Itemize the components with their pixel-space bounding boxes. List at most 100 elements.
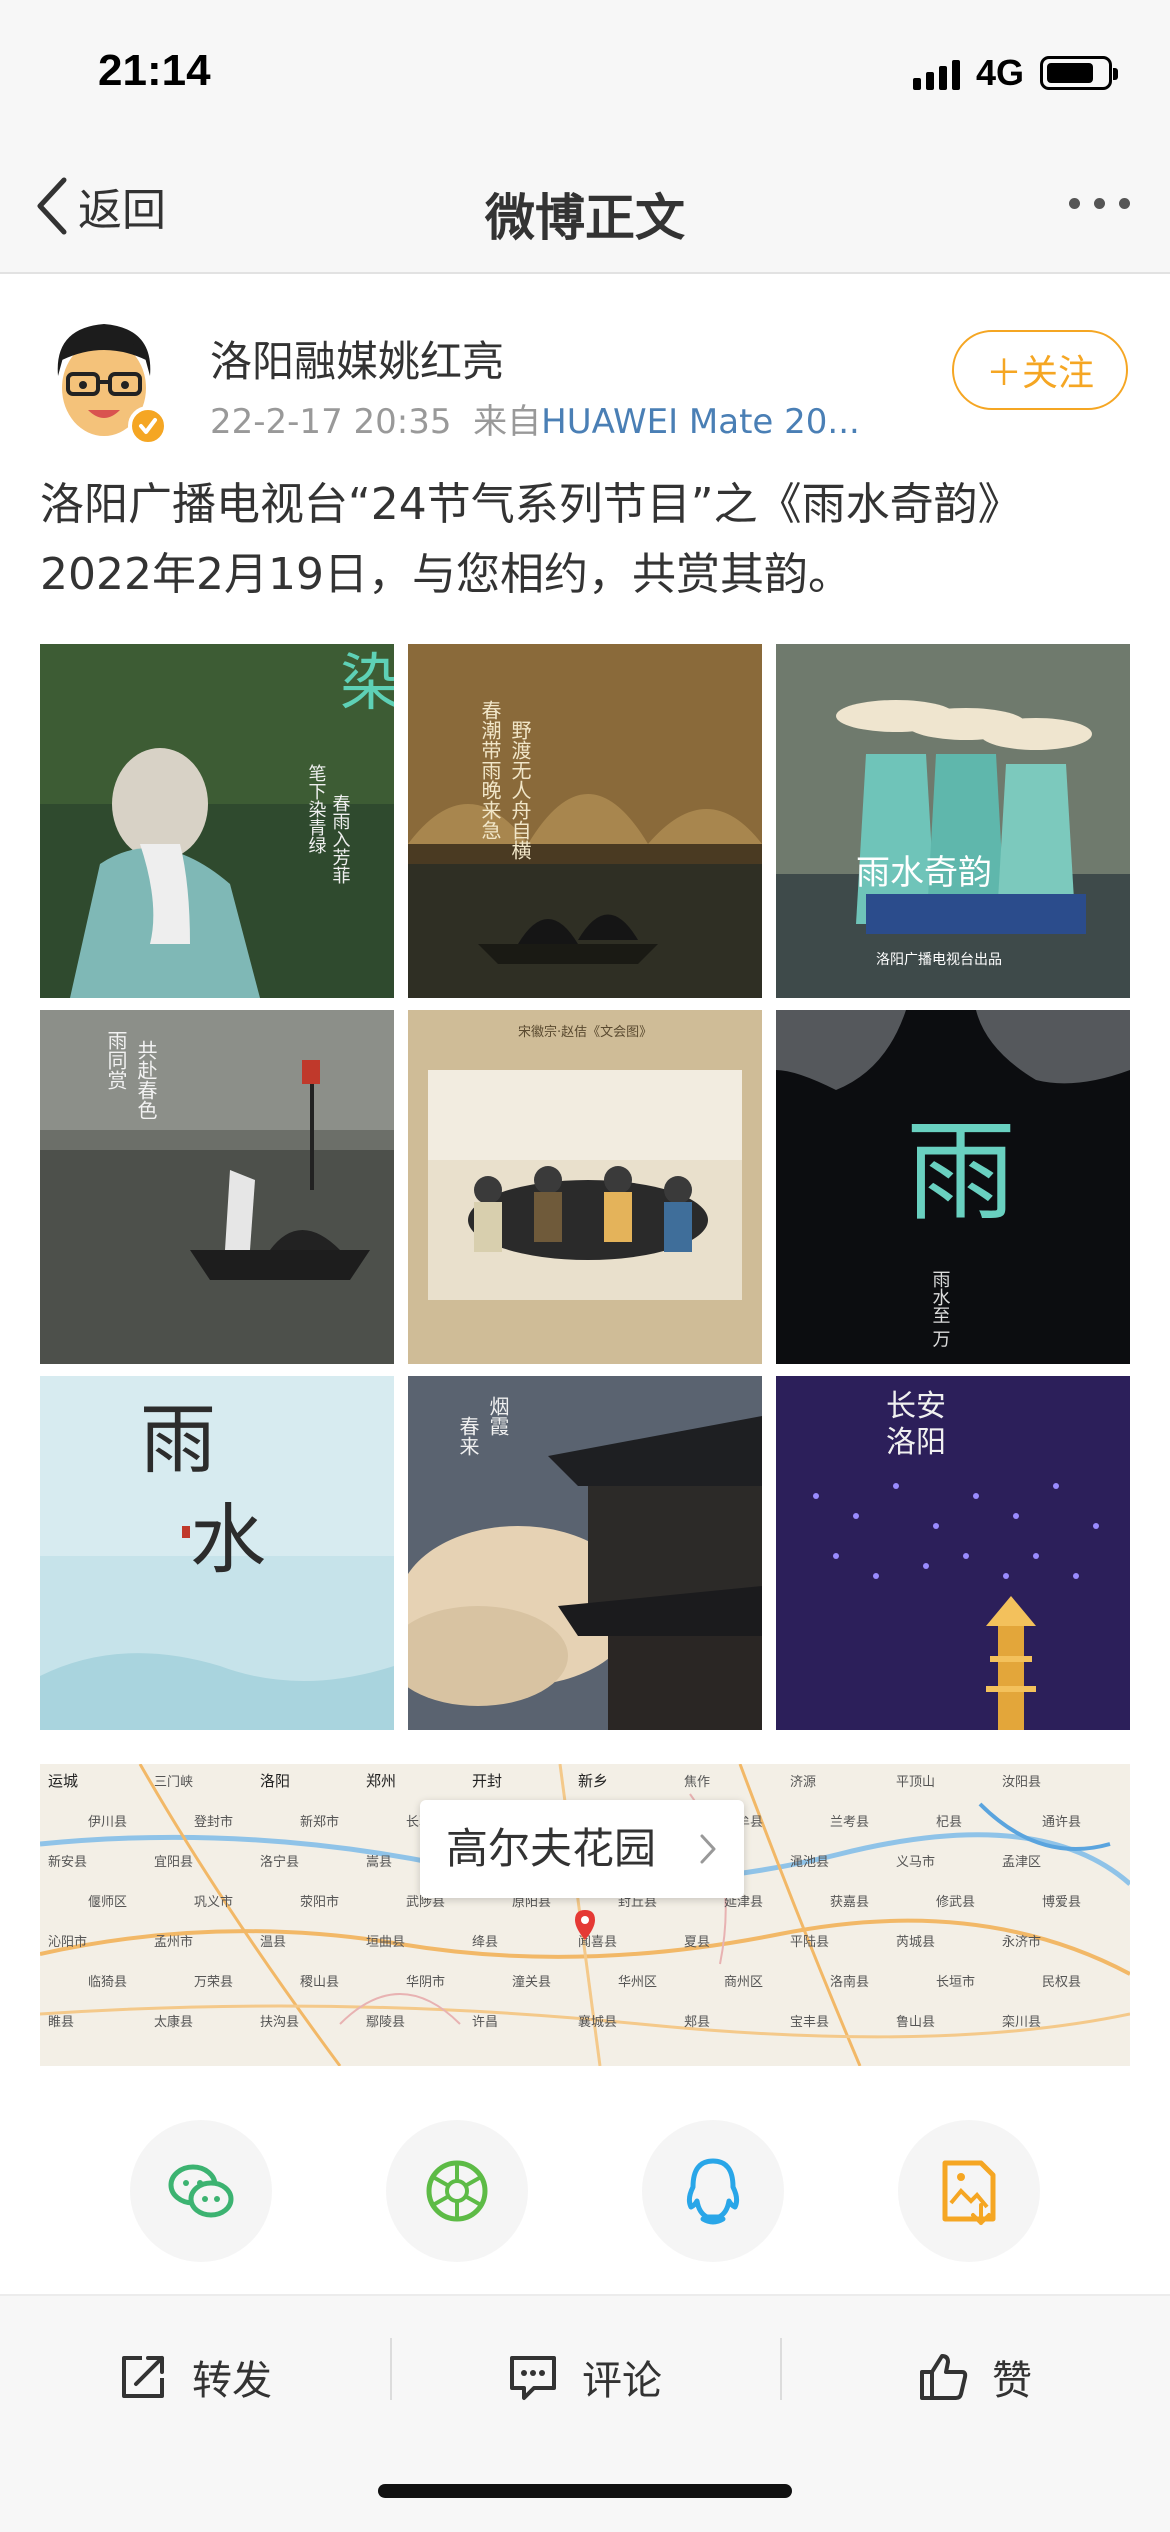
save-image-icon — [942, 2160, 996, 2225]
map-city-label: 平陆县 — [790, 1934, 829, 1950]
image-rain-character[interactable]: 雨 雨水至 万 — [776, 1010, 1130, 1364]
image-grid: 染 春雨入芳菲 笔下染青绿 春潮带雨晚来急 野渡无人舟自横 雨水奇韵 洛阳广播电… — [40, 644, 1130, 1730]
map-city-label: 杞县 — [936, 1815, 962, 1830]
map-city-label: 鲁山县 — [896, 2015, 935, 2030]
svg-text:野渡无人舟自横: 野渡无人舟自横 — [508, 720, 532, 860]
share-moments-button[interactable] — [386, 2120, 528, 2262]
share-out-icon — [122, 2356, 164, 2398]
wechat-icon — [168, 2164, 234, 2218]
image-dancers-umbrellas[interactable]: 雨水奇韵 洛阳广播电视台出品 — [776, 644, 1130, 998]
svg-text:宋徽宗·赵佶《文会图》: 宋徽宗·赵佶《文会图》 — [518, 1024, 652, 1040]
map-city-label: 万荣县 — [194, 1975, 233, 1990]
map-city-label: 郑州 — [366, 1772, 396, 1790]
map-place-label[interactable]: 高尔夫花园 — [420, 1800, 745, 1898]
page-title: 微博正文 — [485, 189, 685, 247]
image-elder-painting[interactable]: 染 春雨入芳菲 笔下染青绿 — [40, 644, 394, 998]
svg-text:烟霞: 烟霞 — [486, 1396, 510, 1436]
follow-button[interactable]: ＋关注 — [952, 330, 1128, 410]
thumbs-up-icon — [920, 2354, 968, 2400]
map-city-label: 焦作 — [684, 1775, 710, 1790]
map-city-label: 鄢陵县 — [366, 2015, 405, 2030]
image-boats-reeds[interactable]: 春潮带雨晚来急 野渡无人舟自横 — [408, 644, 762, 998]
verified-badge-icon — [128, 406, 168, 446]
map-city-label: 巩义市 — [194, 1894, 233, 1910]
map-city-label: 栾川县 — [1002, 2014, 1041, 2030]
map-city-label: 华阴市 — [406, 1974, 445, 1990]
qq-icon — [686, 2158, 740, 2225]
map-city-label: 兰考县 — [830, 1815, 869, 1830]
map-city-label: 新郑市 — [300, 1814, 339, 1830]
comment-icon — [510, 2356, 556, 2400]
map-city-label: 宜阳县 — [154, 1855, 193, 1870]
map-city-label: 温县 — [260, 1935, 286, 1950]
share-wechat-button[interactable] — [130, 2120, 272, 2262]
svg-text:雨水奇韵: 雨水奇韵 — [856, 853, 992, 893]
map-city-label: 潼关县 — [512, 1974, 551, 1990]
comment-button[interactable]: 评论 — [506, 2332, 662, 2422]
map-city-label: 开封 — [472, 1772, 502, 1790]
map-city-label: 睢县 — [48, 2015, 74, 2030]
author-name[interactable]: 洛阳融媒姚红亮 — [210, 328, 504, 389]
map-city-label: 获嘉县 — [830, 1895, 869, 1910]
map-city-label: 平顶山 — [896, 1775, 935, 1790]
svg-text:水: 水 — [190, 1495, 266, 1584]
map-city-label: 许昌 — [472, 2015, 498, 2030]
like-button[interactable]: 赞 — [916, 2332, 1032, 2422]
source-prefix: 来自 — [473, 402, 542, 442]
svg-text:长安: 长安 — [886, 1389, 946, 1424]
image-boatman-river[interactable]: 共赴春色 雨同赏 — [40, 1010, 394, 1364]
post-text: 洛阳广播电视台“24节气系列节目”之《雨水奇韵》2022年2月19日，与您相约，… — [40, 479, 1022, 600]
status-bar: 21:14 4G — [0, 0, 1170, 140]
svg-text:共赴春色: 共赴春色 — [134, 1040, 158, 1120]
repost-label: 转发 — [192, 2358, 272, 2404]
map-city-label: 华州区 — [618, 1975, 657, 1990]
source-device-link[interactable]: HUAWEI Mate 20... — [541, 402, 860, 442]
map-city-label: 垣曲县 — [366, 1935, 405, 1950]
image-pagoda-clouds[interactable]: 春来 烟霞 — [408, 1376, 762, 1730]
svg-text:春来: 春来 — [456, 1416, 480, 1456]
repost-button[interactable]: 转发 — [116, 2332, 272, 2422]
map-city-label: 汝阳县 — [1002, 1775, 1041, 1790]
like-label: 赞 — [992, 2358, 1032, 2404]
map-city-label: 登封市 — [194, 1814, 233, 1830]
save-image-button[interactable] — [898, 2120, 1040, 2262]
map-city-label: 运城 — [48, 1772, 78, 1790]
cellular-signal-icon — [912, 56, 960, 90]
svg-text:洛阳广播电视台出品: 洛阳广播电视台出品 — [876, 952, 1002, 968]
svg-text:雨: 雨 — [906, 1108, 1016, 1236]
map-city-label: 济源 — [790, 1775, 816, 1790]
map-city-label: 博爱县 — [1042, 1895, 1081, 1910]
image-banquet-scene[interactable]: 宋徽宗·赵佶《文会图》 — [408, 1010, 762, 1364]
map-city-label: 扶沟县 — [260, 2015, 299, 2030]
map-city-label: 商州区 — [724, 1975, 763, 1990]
svg-text:洛阳: 洛阳 — [886, 1425, 946, 1460]
map-city-label: 孟津区 — [1002, 1855, 1041, 1870]
map-city-label: 孟州市 — [154, 1934, 193, 1950]
post-time: 22-2-17 20:35 — [210, 402, 452, 442]
map-city-label: 稷山县 — [300, 1974, 339, 1990]
svg-text:雨: 雨 — [140, 1395, 216, 1484]
status-time: 21:14 — [98, 46, 211, 95]
map-city-label: 夏县 — [684, 1935, 710, 1950]
map-city-label: 洛南县 — [830, 1974, 869, 1990]
home-indicator — [378, 2484, 792, 2498]
map-city-label: 通许县 — [1042, 1815, 1081, 1830]
map-city-label: 伊川县 — [88, 1815, 127, 1830]
location-map[interactable]: 运城三门峡洛阳郑州开封新乡焦作济源平顶山汝阳县伊川县登封市新郑市长葛市禹州市尉氏… — [40, 1764, 1130, 2066]
more-dots-icon[interactable] — [1069, 198, 1130, 209]
map-city-label: 绛县 — [472, 1935, 498, 1950]
image-rain-watercolor[interactable]: 雨 水 — [40, 1376, 394, 1730]
toolbar-divider — [780, 2338, 782, 2400]
svg-text:春雨入芳菲: 春雨入芳菲 — [330, 794, 351, 884]
share-row — [130, 2120, 1040, 2262]
map-city-label: 渑池县 — [790, 1855, 829, 1870]
image-night-drones-pagoda[interactable]: 长安 洛阳 — [776, 1376, 1130, 1730]
svg-text:雨同赏: 雨同赏 — [104, 1030, 128, 1090]
network-type: 4G — [975, 52, 1024, 93]
battery-icon — [1040, 56, 1118, 90]
share-qq-button[interactable] — [642, 2120, 784, 2262]
chevron-right-icon — [700, 1834, 716, 1864]
map-city-label: 新乡 — [578, 1772, 608, 1790]
map-city-label: 洛宁县 — [260, 1854, 299, 1870]
svg-text:笔下染青绿: 笔下染青绿 — [306, 764, 327, 854]
